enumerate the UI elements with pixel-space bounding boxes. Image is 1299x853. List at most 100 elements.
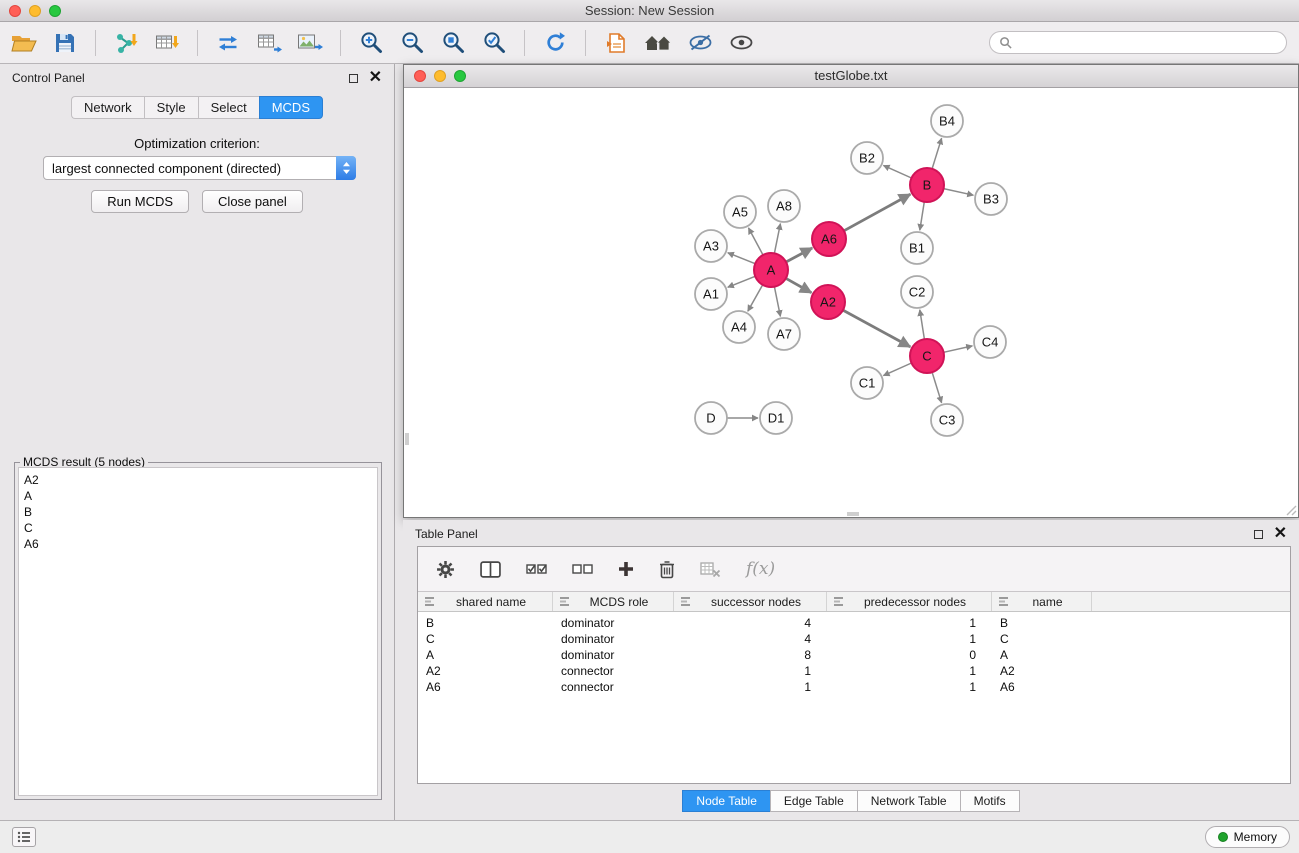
close-table-panel-icon[interactable]: ✕ bbox=[1274, 528, 1287, 540]
graph-edge-A-A2[interactable] bbox=[786, 278, 812, 292]
zoom-selected-button[interactable] bbox=[480, 27, 508, 59]
table-settings-button[interactable] bbox=[436, 560, 455, 579]
graph-node-D1[interactable]: D1 bbox=[760, 402, 792, 434]
column-header-shared-name[interactable]: shared name bbox=[418, 592, 553, 611]
toggle-graphics-button[interactable] bbox=[686, 27, 714, 59]
table-row[interactable]: Cdominator41C bbox=[418, 631, 1290, 647]
resize-handle[interactable] bbox=[1283, 502, 1297, 516]
zoom-out-button[interactable] bbox=[398, 27, 426, 59]
import-table-button[interactable] bbox=[153, 27, 181, 59]
table-cell[interactable]: dominator bbox=[553, 632, 674, 646]
graph-edge-A6-B[interactable] bbox=[844, 194, 911, 231]
open-session-button[interactable] bbox=[10, 27, 38, 59]
table-cell[interactable]: A2 bbox=[992, 664, 1092, 678]
network-canvas[interactable]: B4B2BB3A5A8A6B1A3AC2A1A2A4A7C4CC1C3DD1 bbox=[404, 88, 1298, 517]
graph-edge-A-A7[interactable] bbox=[774, 287, 780, 317]
graph-node-B1[interactable]: B1 bbox=[901, 232, 933, 264]
table-cell[interactable]: 1 bbox=[674, 680, 827, 694]
select-all-columns-button[interactable] bbox=[526, 562, 547, 577]
tab-node-table[interactable]: Node Table bbox=[682, 790, 770, 812]
table-cell[interactable]: A bbox=[418, 648, 553, 662]
zoom-fit-button[interactable] bbox=[439, 27, 467, 59]
table-cell[interactable]: A bbox=[992, 648, 1092, 662]
graph-edge-B-B3[interactable] bbox=[944, 189, 974, 196]
annotation-button[interactable] bbox=[602, 27, 630, 59]
graph-edge-B-B2[interactable] bbox=[883, 165, 911, 178]
column-header-successor-nodes[interactable]: successor nodes bbox=[674, 592, 827, 611]
refresh-button[interactable] bbox=[541, 27, 569, 59]
search-box[interactable] bbox=[989, 31, 1287, 54]
graph-node-C[interactable]: C bbox=[910, 339, 944, 373]
table-cell[interactable]: connector bbox=[553, 680, 674, 694]
close-panel-button[interactable]: Close panel bbox=[202, 190, 303, 213]
table-cell[interactable]: 4 bbox=[674, 632, 827, 646]
graph-node-A2[interactable]: A2 bbox=[811, 285, 845, 319]
zoom-in-button[interactable] bbox=[357, 27, 385, 59]
graph-edge-B-B4[interactable] bbox=[932, 138, 942, 169]
new-network-button[interactable] bbox=[214, 27, 242, 59]
run-mcds-button[interactable]: Run MCDS bbox=[91, 190, 189, 213]
table-cell[interactable]: 1 bbox=[827, 616, 992, 630]
save-session-button[interactable] bbox=[51, 27, 79, 59]
table-cell[interactable]: dominator bbox=[553, 648, 674, 662]
home-button[interactable] bbox=[643, 27, 673, 59]
graph-node-B4[interactable]: B4 bbox=[931, 105, 963, 137]
table-cell[interactable]: 8 bbox=[674, 648, 827, 662]
table-cell[interactable]: A2 bbox=[418, 664, 553, 678]
task-history-button[interactable] bbox=[12, 827, 36, 847]
graph-node-A[interactable]: A bbox=[754, 253, 788, 287]
mcds-result-item[interactable]: A bbox=[24, 488, 372, 504]
graph-node-A8[interactable]: A8 bbox=[768, 190, 800, 222]
show-details-button[interactable] bbox=[727, 27, 755, 59]
function-builder-button[interactable]: f(x) bbox=[746, 559, 775, 579]
delete-table-button[interactable] bbox=[700, 561, 721, 578]
table-row[interactable]: A6connector11A6 bbox=[418, 679, 1290, 695]
table-row[interactable]: Bdominator41B bbox=[418, 615, 1290, 631]
table-cell[interactable]: dominator bbox=[553, 616, 674, 630]
graph-edge-C-C1[interactable] bbox=[883, 363, 911, 376]
graph-node-B2[interactable]: B2 bbox=[851, 142, 883, 174]
graph-edge-C-C4[interactable] bbox=[944, 346, 973, 352]
column-header-predecessor-nodes[interactable]: predecessor nodes bbox=[827, 592, 992, 611]
table-cell[interactable]: B bbox=[418, 616, 553, 630]
tab-edge-table[interactable]: Edge Table bbox=[770, 790, 857, 812]
float-table-panel-icon[interactable] bbox=[1254, 530, 1263, 539]
unselect-all-columns-button[interactable] bbox=[572, 562, 593, 577]
table-cell[interactable]: B bbox=[992, 616, 1092, 630]
table-cell[interactable]: C bbox=[418, 632, 553, 646]
mcds-result-item[interactable]: C bbox=[24, 520, 372, 536]
graph-node-A6[interactable]: A6 bbox=[812, 222, 846, 256]
graph-edge-A-A1[interactable] bbox=[728, 276, 756, 287]
graph-node-A5[interactable]: A5 bbox=[724, 196, 756, 228]
graph-edge-A-A3[interactable] bbox=[728, 253, 756, 264]
table-cell[interactable]: A6 bbox=[992, 680, 1092, 694]
table-cell[interactable]: 1 bbox=[827, 632, 992, 646]
graph-node-A1[interactable]: A1 bbox=[695, 278, 727, 310]
vertical-scroll-mark[interactable] bbox=[405, 433, 409, 445]
column-header-mcds-role[interactable]: MCDS role bbox=[553, 592, 674, 611]
mcds-result-item[interactable]: A2 bbox=[24, 472, 372, 488]
table-cell[interactable]: C bbox=[992, 632, 1092, 646]
search-input[interactable] bbox=[1018, 36, 1277, 50]
criterion-dropdown[interactable]: largest connected component (directed) bbox=[43, 156, 356, 180]
tab-network-table[interactable]: Network Table bbox=[857, 790, 960, 812]
mcds-result-item[interactable]: A6 bbox=[24, 536, 372, 552]
table-row[interactable]: Adominator80A bbox=[418, 647, 1290, 663]
table-cell[interactable]: 1 bbox=[674, 664, 827, 678]
graph-node-C4[interactable]: C4 bbox=[974, 326, 1006, 358]
network-graph[interactable]: B4B2BB3A5A8A6B1A3AC2A1A2A4A7C4CC1C3DD1 bbox=[404, 88, 1298, 517]
table-cell[interactable]: A6 bbox=[418, 680, 553, 694]
table-cell[interactable]: 4 bbox=[674, 616, 827, 630]
table-cell[interactable]: connector bbox=[553, 664, 674, 678]
graph-node-B3[interactable]: B3 bbox=[975, 183, 1007, 215]
graph-edge-A2-C[interactable] bbox=[843, 310, 910, 347]
table-cell[interactable]: 1 bbox=[827, 664, 992, 678]
column-header-name[interactable]: name bbox=[992, 592, 1092, 611]
tab-select[interactable]: Select bbox=[198, 96, 259, 119]
memory-button[interactable]: Memory bbox=[1205, 826, 1290, 848]
graph-node-A3[interactable]: A3 bbox=[695, 230, 727, 262]
graph-node-C2[interactable]: C2 bbox=[901, 276, 933, 308]
horizontal-scroll-mark[interactable] bbox=[847, 512, 859, 516]
tab-mcds[interactable]: MCDS bbox=[259, 96, 323, 119]
tab-motifs[interactable]: Motifs bbox=[960, 790, 1020, 812]
